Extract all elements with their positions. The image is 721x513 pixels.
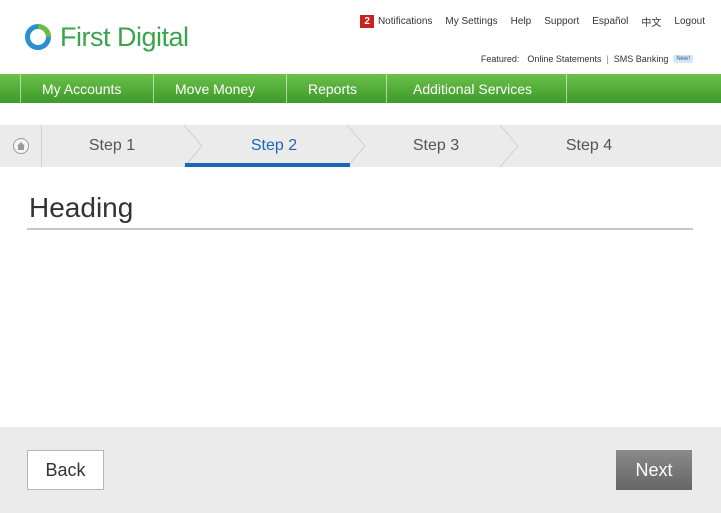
help-link[interactable]: Help — [511, 16, 532, 27]
chinese-link[interactable]: 中文 — [641, 14, 661, 29]
featured-label: Featured: — [480, 54, 520, 64]
brand-name: First Digital — [60, 21, 189, 52]
logo-ring-icon — [25, 24, 51, 50]
notifications-link[interactable]: 2 Notifications — [347, 15, 432, 28]
home-icon — [12, 138, 29, 154]
sms-banking-link[interactable]: SMS Banking — [614, 54, 669, 64]
step-divider-chevron-icon — [346, 125, 366, 167]
nav-item-move-money[interactable]: Move Money — [154, 74, 287, 103]
featured-separator: | — [606, 54, 609, 64]
step-4[interactable]: Step 4 — [515, 125, 663, 167]
nav-spacer — [0, 74, 21, 103]
step-2[interactable]: Step 2 — [200, 125, 348, 167]
notification-count-badge: 2 — [360, 15, 374, 28]
main-nav: My Accounts Move Money Reports Additiona… — [0, 74, 721, 103]
home-button[interactable] — [0, 125, 42, 167]
page-header: First Digital 2 Notifications My Setting… — [0, 0, 721, 74]
notifications-label: Notifications — [377, 16, 433, 27]
new-badge: New! — [673, 55, 693, 63]
page-heading: Heading — [29, 192, 134, 223]
active-step-indicator — [185, 163, 350, 167]
action-footer — [0, 427, 721, 513]
utility-links: 2 Notifications My Settings Help Support… — [347, 14, 705, 29]
my-settings-link[interactable]: My Settings — [445, 16, 497, 27]
espanol-link[interactable]: Español — [592, 16, 628, 27]
online-statements-link[interactable]: Online Statements — [527, 54, 601, 64]
step-1[interactable]: Step 1 — [42, 125, 182, 167]
back-button[interactable]: Back — [27, 450, 104, 490]
support-link[interactable]: Support — [544, 16, 579, 27]
nav-item-additional-services[interactable]: Additional Services — [387, 74, 567, 103]
nav-item-my-accounts[interactable]: My Accounts — [21, 74, 154, 103]
step-3[interactable]: Step 3 — [365, 125, 507, 167]
heading-divider — [27, 228, 693, 230]
featured-bar: Featured: Online Statements | SMS Bankin… — [481, 54, 693, 64]
step-tracker: Step 1 Step 2 Step 3 Step 4 — [0, 125, 721, 167]
logout-link[interactable]: Logout — [674, 16, 705, 27]
nav-item-reports[interactable]: Reports — [287, 74, 387, 103]
next-button[interactable]: Next — [616, 450, 692, 490]
brand-logo[interactable]: First Digital — [24, 20, 189, 54]
